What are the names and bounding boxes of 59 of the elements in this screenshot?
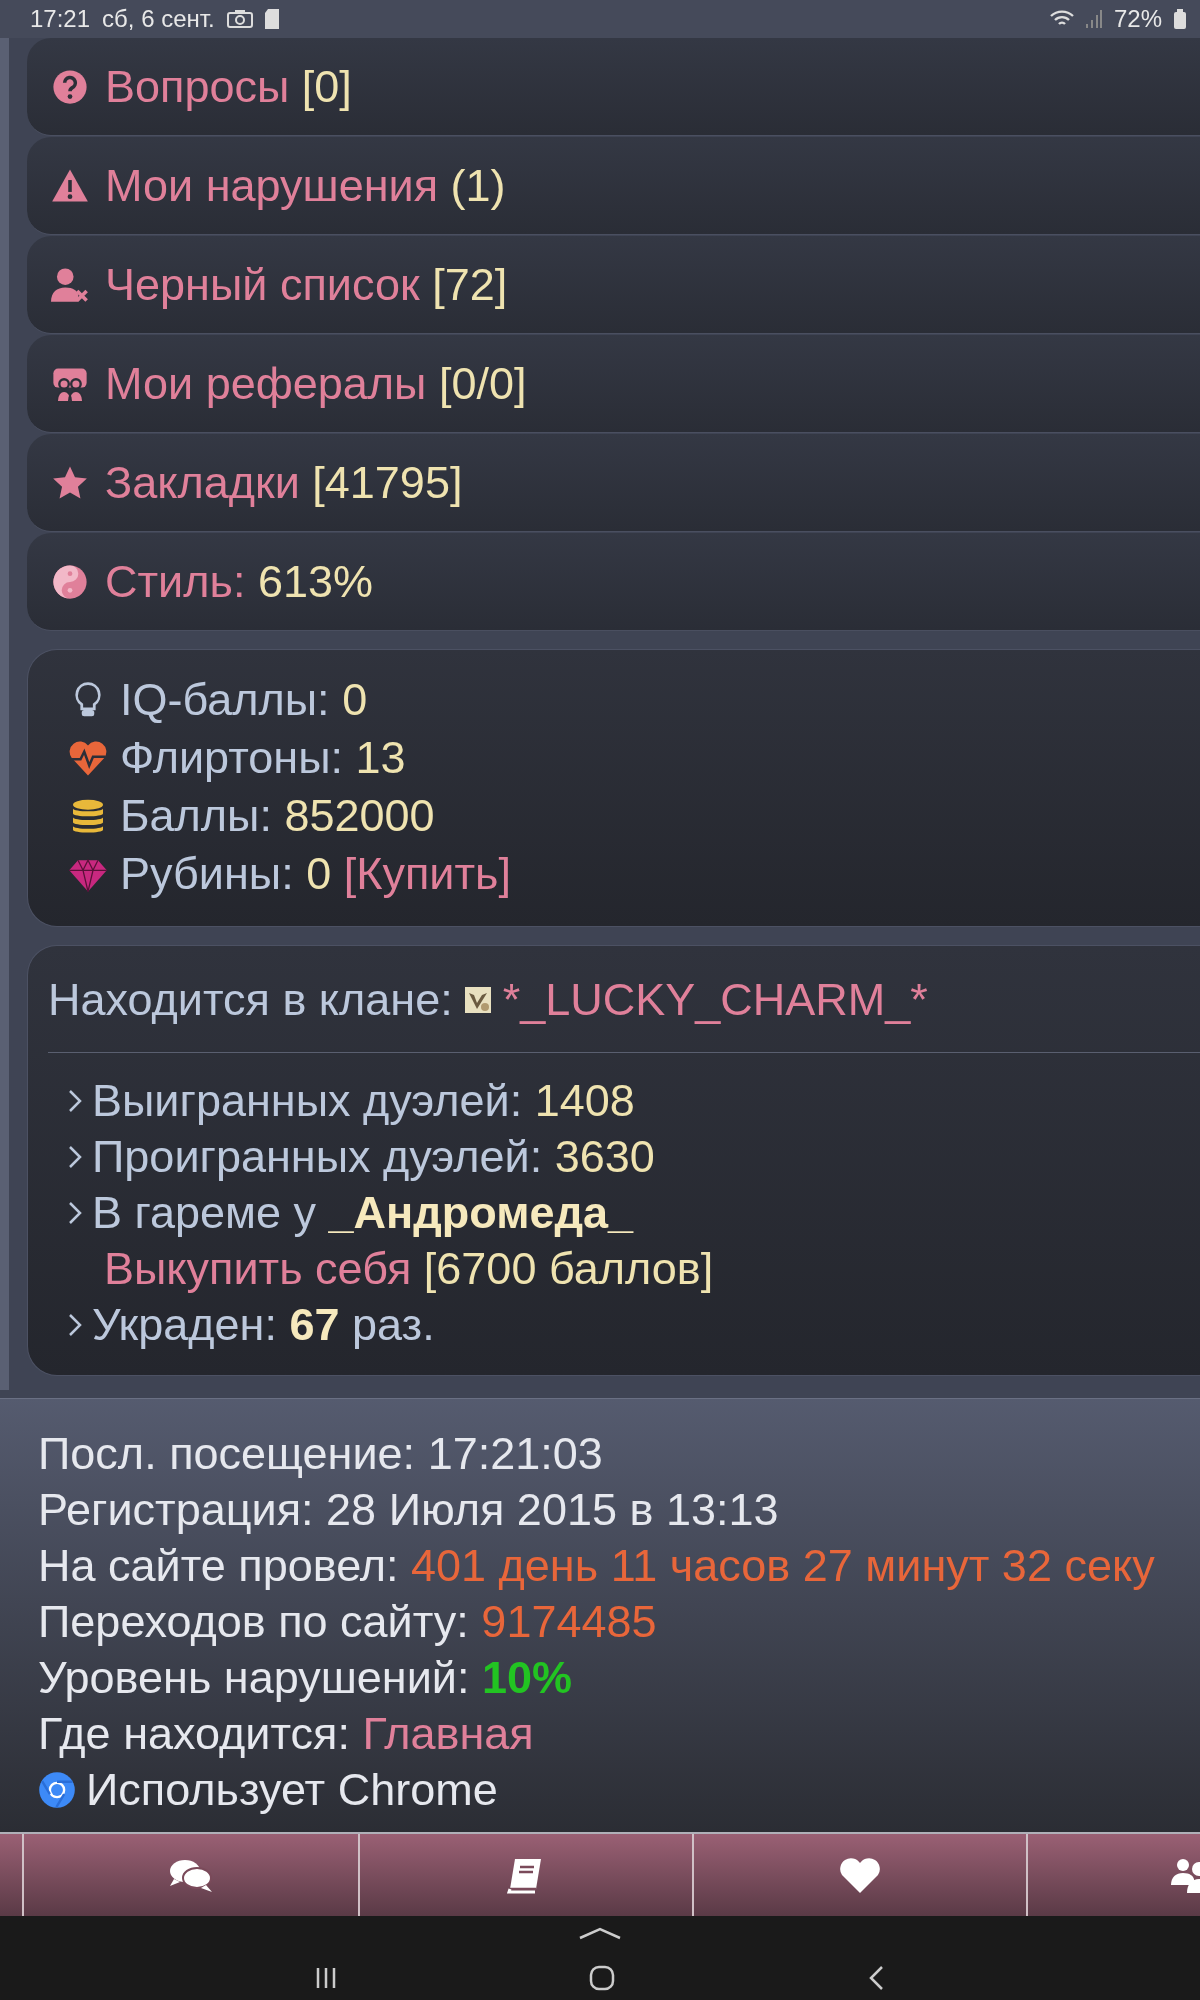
stat-value: 67: [289, 1299, 340, 1351]
info-label: Регистрация:: [38, 1483, 314, 1536]
menu-item[interactable]: Черный список [72]: [27, 236, 1200, 334]
stat-label: Проигранных дуэлей:: [92, 1131, 543, 1183]
stat-label: IQ-баллы:: [120, 674, 330, 726]
info-value: 17:21:03: [427, 1427, 603, 1480]
buyout-price: [6700 баллов]: [423, 1243, 714, 1295]
chevron-icon: [68, 1201, 82, 1225]
info-value: Главная: [362, 1707, 534, 1760]
stat-value: 3630: [554, 1131, 655, 1183]
menu-item[interactable]: Мои нарушения (1): [27, 137, 1200, 235]
menu-item[interactable]: Закладки [41795]: [27, 434, 1200, 532]
yinyang-icon: [51, 562, 89, 601]
status-date: сб, 6 сент.: [102, 5, 215, 33]
stat-label: Украден:: [92, 1299, 277, 1351]
info-label: Посл. посещение:: [38, 1427, 416, 1480]
chevron-up-icon[interactable]: [578, 1926, 622, 1940]
info-label: На сайте провел:: [38, 1539, 399, 1592]
camera-icon: [226, 10, 253, 28]
stat-label: Баллы:: [120, 790, 272, 842]
chevron-icon: [68, 1089, 82, 1113]
info-value: 28 Июля 2015 в 13:13: [326, 1483, 779, 1536]
info-label: Переходов по сайту:: [38, 1595, 469, 1648]
clan-link[interactable]: *_LUCKY_CHARM_*: [502, 974, 928, 1026]
buyout-link[interactable]: Выкупить себя: [104, 1243, 412, 1295]
stat-suffix: раз.: [352, 1299, 435, 1351]
question-icon: [51, 67, 89, 106]
info-value: 10%: [482, 1651, 573, 1704]
buy-link[interactable]: [Купить]: [343, 848, 511, 900]
info-label: Где находится:: [38, 1707, 350, 1760]
stat-value: 0: [306, 848, 332, 900]
info-value: 401 день 11 часов 27 минут 32 секу: [410, 1539, 1155, 1592]
battery-icon: [1174, 9, 1186, 29]
status-time: 17:21: [30, 5, 91, 33]
stat-value: 1408: [534, 1075, 635, 1127]
sd-card-icon: [264, 9, 279, 29]
user-x-icon: [51, 265, 89, 304]
owner-link[interactable]: _Андромеда_: [328, 1187, 634, 1239]
stat-value: 852000: [284, 790, 435, 842]
info-value: 9174485: [481, 1595, 657, 1648]
stat-label: Флиртоны:: [120, 732, 343, 784]
stat-value: 0: [342, 674, 368, 726]
clan-label: Находится в клане:: [48, 974, 453, 1026]
chevron-icon: [68, 1313, 82, 1337]
browser-icon: [38, 1770, 76, 1809]
info-label: Уровень нарушений:: [38, 1651, 470, 1704]
browser-text: Использует Chrome: [86, 1763, 498, 1816]
stat-label: В гареме у: [92, 1187, 316, 1239]
battery-level: 72%: [1113, 5, 1162, 33]
stat-label: Рубины:: [120, 848, 294, 900]
menu-item[interactable]: Мои рефералы [0/0]: [27, 335, 1200, 433]
chevron-icon: [68, 1145, 82, 1169]
menu-item[interactable]: Стиль: 613%: [27, 533, 1200, 631]
stat-label: Выигранных дуэлей:: [92, 1075, 523, 1127]
stat-value: 13: [355, 732, 406, 784]
menu-item[interactable]: Вопросы [0]: [27, 38, 1200, 136]
recent-apps-icon[interactable]: [314, 1966, 338, 1990]
signal-icon: [1085, 10, 1102, 28]
home-icon[interactable]: [588, 1964, 616, 1992]
